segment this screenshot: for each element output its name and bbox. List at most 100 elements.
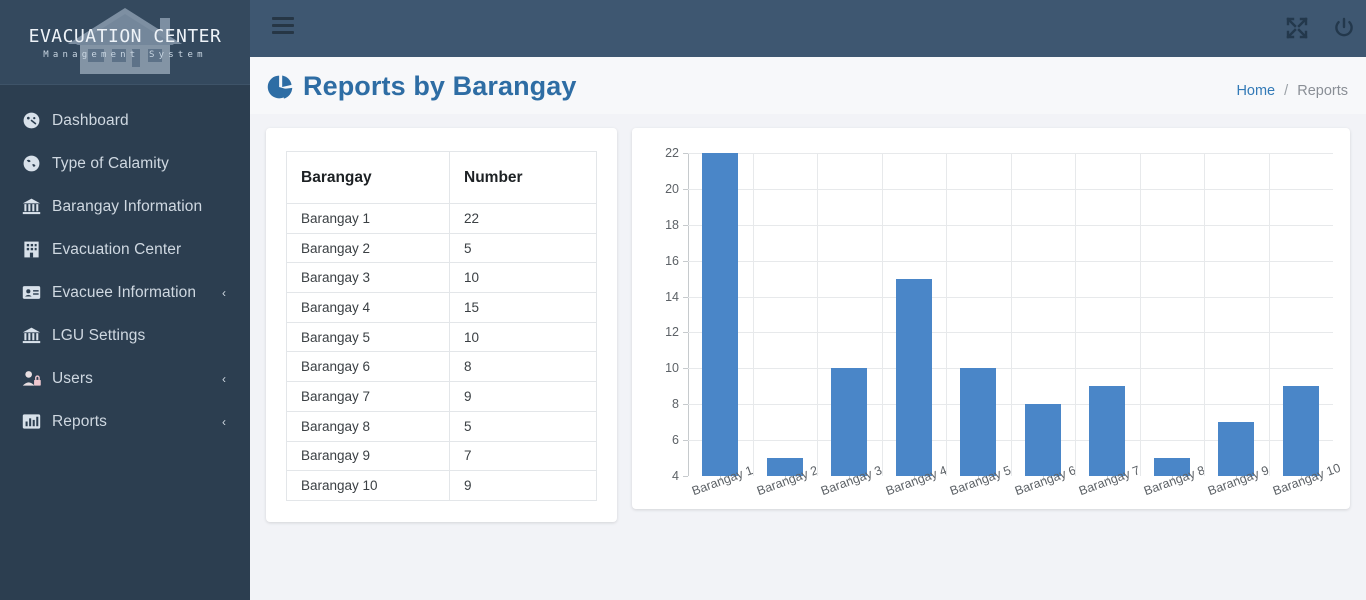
y-tick-mark — [683, 476, 688, 477]
sidebar-item-users[interactable]: Users ‹ — [0, 357, 250, 400]
table-header-row: Barangay Number — [286, 151, 597, 204]
gridline-vertical — [881, 153, 883, 476]
sidebar-item-evacuation-center[interactable]: Evacuation Center — [0, 228, 250, 271]
y-axis-tick-label: 16 — [665, 253, 679, 268]
table-row: Barangay 3 10 — [286, 262, 597, 294]
table-column-header: Number — [449, 151, 597, 204]
bar-chart: 4 6 8 10 12 14 16 18 20 22 Barangay 1 Barangay 2 Bar… — [632, 128, 1350, 509]
y-axis-line — [688, 153, 689, 476]
table-cell-number: 9 — [449, 470, 597, 501]
user-lock-icon — [22, 368, 52, 390]
y-tick-mark — [683, 404, 688, 406]
gridline-vertical — [1139, 153, 1141, 476]
table-cell-barangay: Barangay 2 — [286, 232, 450, 264]
sidebar-item-label: Dashboard — [52, 111, 129, 129]
table-row: Barangay 10 9 — [286, 470, 597, 501]
table-cell-barangay: Barangay 9 — [286, 440, 450, 472]
building-icon — [22, 239, 52, 261]
y-axis-tick-label: 6 — [672, 433, 679, 448]
table-cell-number: 15 — [449, 292, 597, 323]
table-row: Barangay 5 10 — [286, 321, 597, 353]
table-row: Barangay 68 — [286, 351, 597, 383]
gridline-vertical — [817, 153, 818, 476]
fullscreen-icon[interactable] — [1285, 16, 1309, 40]
breadcrumb-home[interactable]: Home — [1236, 83, 1275, 99]
table-cell-number: 10 — [449, 321, 597, 353]
sidebar-item-lgu-settings[interactable]: LGU Settings — [0, 314, 250, 357]
chart-bar[interactable] — [1218, 422, 1255, 476]
table-cell-number: 5 — [449, 410, 597, 442]
table-column-header: Barangay — [286, 151, 450, 204]
table-cell-barangay: Barangay 8 — [286, 410, 450, 442]
y-tick-mark — [683, 153, 688, 154]
globe-icon — [22, 153, 52, 175]
y-axis-tick-label: 8 — [672, 397, 679, 412]
y-axis-tick-label: 14 — [665, 289, 679, 304]
table-cell-number: 8 — [449, 351, 597, 383]
power-icon[interactable] — [1332, 16, 1356, 40]
bank-icon — [22, 325, 52, 347]
page-title-group: Reports by Barangay — [266, 71, 576, 102]
y-tick-mark — [683, 440, 688, 442]
table-cell-barangay: Barangay 3 — [286, 262, 450, 294]
y-tick-mark — [683, 296, 688, 298]
table-cell-number: 10 — [449, 262, 597, 294]
table-row: Barangay 1 22 — [286, 203, 597, 234]
report-chart-card: 4 6 8 10 12 14 16 18 20 22 Barangay 1 Barangay 2 Bar… — [632, 128, 1350, 509]
chevron-left-icon[interactable]: ‹ — [222, 286, 226, 300]
y-axis-tick-label: 20 — [665, 181, 679, 196]
sidebar-item-label: Reports — [52, 412, 107, 430]
table-cell-number: 7 — [449, 440, 597, 472]
chart-bar[interactable] — [831, 368, 868, 476]
table-cell-number: 9 — [449, 381, 597, 412]
y-tick-mark — [683, 332, 688, 334]
sidebar-nav: Dashboard Type of Calamity Barangay Inform… — [0, 85, 250, 443]
sidebar-item-label: Users — [52, 369, 93, 387]
top-header — [250, 0, 1366, 57]
page-title: Reports by Barangay — [303, 71, 577, 101]
sidebar-item-label: Barangay Information — [52, 197, 203, 215]
y-tick-mark — [683, 368, 688, 370]
y-axis-tick-label: 4 — [672, 469, 679, 483]
chart-bar[interactable] — [960, 368, 997, 476]
table-row: Barangay 97 — [286, 440, 597, 472]
table-cell-number: 22 — [449, 203, 597, 234]
sidebar: EVACUATION CENTER Management System Dash… — [0, 0, 250, 600]
gridline-vertical — [946, 153, 947, 476]
app-title: EVACUATION CENTER — [28, 26, 222, 47]
app-subtitle: Management System — [43, 50, 207, 60]
table-row: Barangay 4 15 — [286, 292, 597, 323]
bank-icon — [22, 196, 52, 218]
chart-plot-area: 4 6 8 10 12 14 16 18 20 22 Barangay 1 Barangay 2 Bar… — [665, 146, 1342, 498]
table-cell-barangay: Barangay 5 — [286, 321, 450, 353]
y-tick-mark — [683, 260, 688, 262]
y-axis-tick-label: 12 — [665, 325, 679, 340]
chevron-left-icon[interactable]: ‹ — [222, 415, 226, 429]
sidebar-item-dashboard[interactable]: Dashboard — [0, 99, 250, 142]
table-row: Barangay 25 — [286, 232, 597, 264]
sidebar-item-barangay-information[interactable]: Barangay Information — [0, 185, 250, 228]
table-cell-number: 5 — [449, 232, 597, 264]
tachometer-icon — [22, 110, 52, 132]
sidebar-item-label: Evacuation Center — [52, 240, 182, 258]
hamburger-icon[interactable] — [272, 17, 294, 37]
chart-bar[interactable] — [702, 153, 739, 476]
report-table-card: Barangay Number Barangay 1 22 Barangay 2 5 Ba… — [266, 128, 617, 522]
table-row: Barangay 79 — [286, 381, 597, 412]
sidebar-item-label: Evacuee Information — [52, 283, 197, 301]
sidebar-item-type-of-calamity[interactable]: Type of Calamity — [0, 142, 250, 185]
chevron-left-icon[interactable]: ‹ — [222, 372, 226, 386]
y-axis-tick-label: 10 — [665, 361, 679, 376]
report-table: Barangay Number Barangay 1 22 Barangay 2 5 Ba… — [286, 151, 597, 501]
chart-bar[interactable] — [1089, 386, 1126, 476]
chart-bar[interactable] — [1282, 386, 1319, 476]
table-cell-barangay: Barangay 7 — [286, 381, 450, 412]
sidebar-item-evacuee-information[interactable]: Evacuee Information ‹ — [0, 271, 250, 314]
chart-bar[interactable] — [895, 278, 932, 476]
y-tick-mark — [683, 188, 688, 190]
sidebar-item-reports[interactable]: Reports ‹ — [0, 400, 250, 443]
sidebar-logo[interactable]: EVACUATION CENTER Management System — [0, 0, 250, 85]
chart-bar[interactable] — [1024, 404, 1061, 476]
gridline-vertical — [752, 153, 754, 476]
gridline-vertical — [1010, 153, 1012, 476]
